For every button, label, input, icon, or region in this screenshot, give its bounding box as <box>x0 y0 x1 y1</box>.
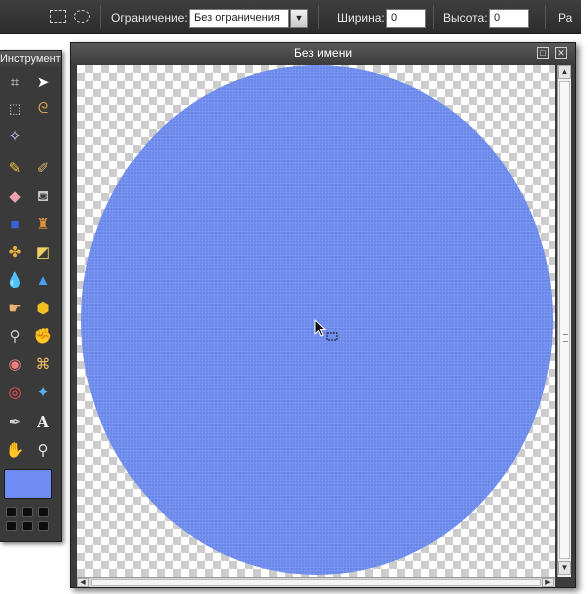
dodge-icon[interactable]: ⚲ <box>4 325 26 347</box>
constraint-label: Ограничение: <box>111 11 188 25</box>
tools-panel: Инструменты ⌗ ➤ ⬚ ᘓ ✧ ✎ ✐ ◆ ⛾ ■ ♜ ✤ ◩ 💧 … <box>0 50 62 542</box>
horizontal-scrollbar[interactable]: ◀ ▶ <box>77 577 555 587</box>
divider <box>100 5 101 29</box>
move-icon[interactable]: ➤ <box>32 71 54 93</box>
smudge-icon[interactable]: ☛ <box>4 297 26 319</box>
foreground-color-swatch[interactable] <box>4 469 52 499</box>
crop-icon[interactable]: ⌗ <box>4 71 26 93</box>
height-input[interactable]: 0 <box>489 9 529 28</box>
magic-wand-icon[interactable]: ✧ <box>4 125 26 147</box>
height-label: Высота: <box>443 11 488 25</box>
image-window: Без имени □ ✕ ▲ ▼ ◀ ▶ <box>70 42 576 588</box>
option-dot[interactable] <box>22 507 33 517</box>
shape-icon[interactable]: ◩ <box>32 241 54 263</box>
close-icon[interactable]: ✕ <box>555 47 567 59</box>
option-dot[interactable] <box>6 507 17 517</box>
burn-icon[interactable]: ✊ <box>32 325 54 347</box>
vertical-scroll-thumb[interactable] <box>559 81 570 559</box>
tools-panel-title: Инструменты <box>0 51 61 67</box>
red-eye-icon[interactable]: ◉ <box>4 353 26 375</box>
scroll-left-icon[interactable]: ◀ <box>77 578 89 587</box>
eraser-icon[interactable]: ◆ <box>4 185 26 207</box>
bloat-icon[interactable]: ✦ <box>32 381 54 403</box>
option-dot[interactable] <box>22 521 33 531</box>
divider <box>318 5 319 29</box>
picker-icon[interactable]: ✒ <box>4 411 26 433</box>
vertical-scrollbar[interactable]: ▲ ▼ <box>557 65 571 577</box>
chevron-down-icon[interactable]: ▼ <box>290 9 308 28</box>
option-dot[interactable] <box>38 507 49 517</box>
hand-icon[interactable]: ✋ <box>4 439 26 461</box>
divider <box>545 5 546 29</box>
palette-options <box>4 507 58 537</box>
paint-bucket-icon[interactable]: ⛾ <box>32 185 54 207</box>
pinch-icon[interactable]: ◎ <box>4 381 26 403</box>
options-bar: Ограничение: Без ограничения ▼ Ширина: 0… <box>0 0 581 34</box>
truncated-label: Ра <box>558 11 573 25</box>
scroll-up-icon[interactable]: ▲ <box>558 65 571 79</box>
image-window-title: Без имени <box>293 46 353 60</box>
brush-icon[interactable]: ✐ <box>32 157 54 179</box>
ellipse-select-icon[interactable] <box>74 10 90 23</box>
pencil-icon[interactable]: ✎ <box>4 157 26 179</box>
marquee-select-icon[interactable]: ⬚ <box>4 97 26 119</box>
clone-stamp-icon[interactable]: ♜ <box>32 213 54 235</box>
gradient-icon[interactable]: ■ <box>4 213 26 235</box>
drop-icon[interactable]: 💧 <box>4 269 26 291</box>
sharpen-icon[interactable]: ▲ <box>32 269 54 291</box>
bandage-icon[interactable]: ⌘ <box>32 353 54 375</box>
width-label: Ширина: <box>337 11 385 25</box>
zoom-icon[interactable]: ⚲ <box>32 439 54 461</box>
text-icon[interactable]: A <box>32 411 54 433</box>
image-window-titlebar[interactable]: Без имени <box>71 43 575 63</box>
sponge-icon[interactable]: ⬢ <box>32 297 54 319</box>
scroll-down-icon[interactable]: ▼ <box>558 561 571 575</box>
divider <box>433 5 434 29</box>
rect-select-icon[interactable] <box>50 10 66 23</box>
option-dot[interactable] <box>38 521 49 531</box>
option-dot[interactable] <box>6 521 17 531</box>
color-replace-icon[interactable]: ✤ <box>4 241 26 263</box>
scroll-right-icon[interactable]: ▶ <box>542 578 554 587</box>
width-input[interactable]: 0 <box>386 9 426 28</box>
maximize-icon[interactable]: □ <box>537 47 549 59</box>
constraint-select[interactable]: Без ограничения <box>189 9 289 28</box>
grip-icon <box>563 334 568 342</box>
horizontal-scroll-thumb[interactable] <box>91 579 541 586</box>
lasso-icon[interactable]: ᘓ <box>32 97 54 119</box>
image-canvas[interactable] <box>77 65 555 577</box>
selection-cursor-icon <box>314 319 338 341</box>
